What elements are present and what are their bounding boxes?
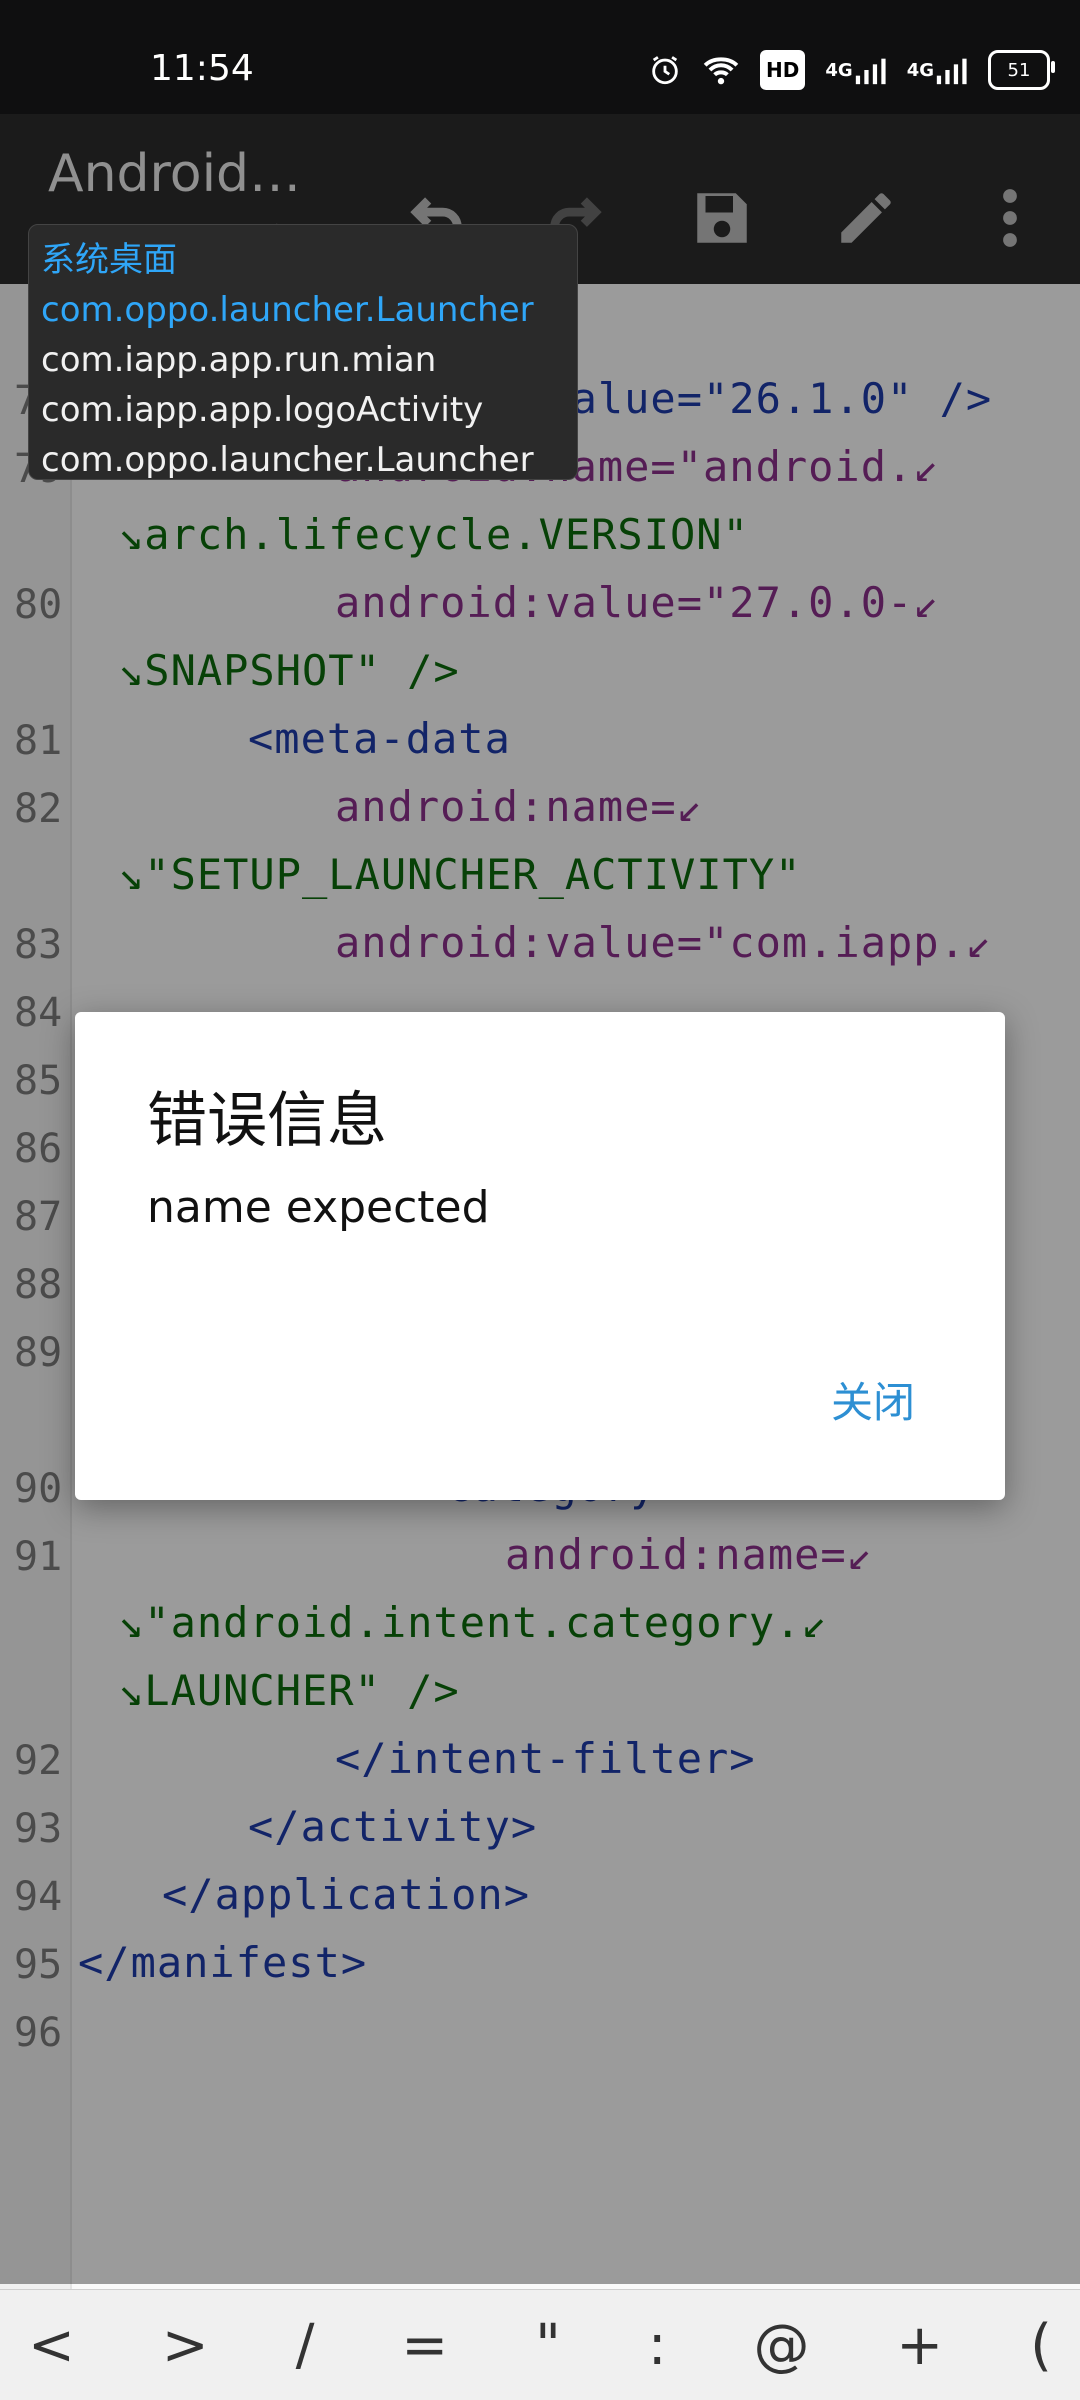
symbol-key[interactable]: ": [535, 2313, 561, 2378]
symbol-key[interactable]: (: [1030, 2313, 1052, 2378]
symbol-key[interactable]: +: [896, 2313, 943, 2378]
network-type-2: 4G: [906, 59, 934, 81]
popup-item[interactable]: com.oppo.launcher.Launcher: [41, 285, 565, 335]
signal-icon-2: 4G: [907, 53, 968, 87]
status-time: 11:54: [150, 48, 254, 89]
status-icons: HD 4G 4G 51: [648, 50, 1055, 90]
dialog-message: name expected: [147, 1182, 490, 1233]
signal-icon: 4G: [825, 53, 886, 87]
status-bar: 11:54 HD 4G 4G 51: [0, 0, 1080, 114]
network-type: 4G: [825, 59, 853, 81]
symbol-key[interactable]: =: [401, 2313, 448, 2378]
symbol-key[interactable]: >: [162, 2313, 209, 2378]
alarm-icon: [648, 53, 682, 87]
battery-icon: 51: [988, 50, 1055, 90]
symbol-key[interactable]: :: [648, 2313, 667, 2378]
popup-item[interactable]: com.iapp.app.run.mian: [41, 335, 565, 385]
launcher-popup: 系统桌面 com.oppo.launcher.Launcher com.iapp…: [28, 224, 578, 480]
battery-level: 51: [1007, 59, 1031, 81]
error-dialog: 错误信息 name expected 关闭: [75, 1012, 1005, 1500]
hd-badge: HD: [760, 50, 806, 90]
close-button[interactable]: 关闭: [831, 1369, 915, 1430]
wifi-icon: [702, 53, 740, 87]
popup-item[interactable]: com.iapp.app.logoActivity: [41, 385, 565, 435]
dialog-title: 错误信息: [147, 1086, 387, 1156]
symbol-key[interactable]: <: [28, 2313, 75, 2378]
symbol-key[interactable]: /: [296, 2313, 315, 2378]
popup-item[interactable]: com.oppo.launcher.Launcher: [41, 435, 565, 485]
popup-title: 系统桌面: [41, 240, 177, 280]
symbol-key[interactable]: @: [753, 2313, 809, 2378]
symbol-bar: < > / = " : @ + (: [0, 2289, 1080, 2400]
